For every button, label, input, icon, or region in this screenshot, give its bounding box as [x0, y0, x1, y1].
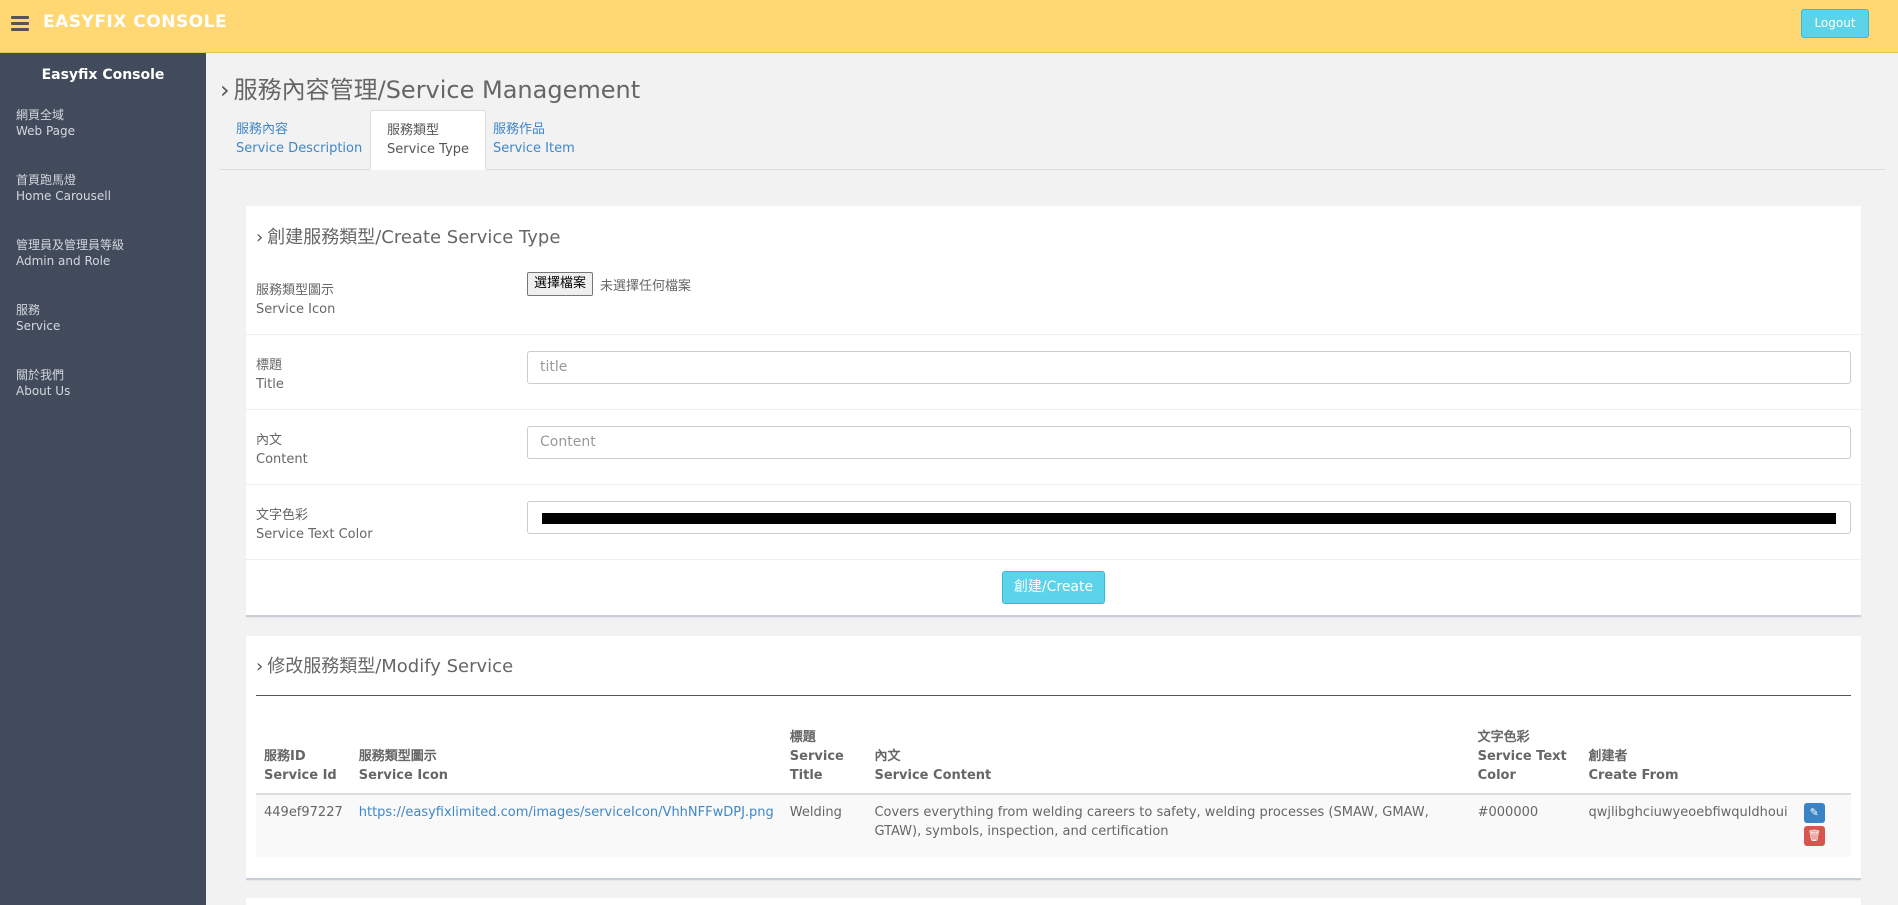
- modify-service-panel: › 修改服務類型/Modify Service 服務ID Service Id 服務…: [246, 636, 1861, 880]
- create-panel-heading-text: 創建服務類型/Create Service Type: [267, 227, 561, 248]
- content-label-zh: 內文: [256, 433, 283, 448]
- col-header-service-id: 服務ID Service Id: [256, 720, 351, 795]
- col-header-service-icon: 服務類型圖示 Service Icon: [350, 720, 782, 795]
- col-header-create-from: 創建者 Create From: [1580, 720, 1796, 795]
- table-row: 449ef97227 https://easyfixlimited.com/im…: [256, 794, 1851, 857]
- tab-service-type[interactable]: 服務類型 Service Type: [370, 110, 487, 170]
- sidebar-item-about-us[interactable]: 關於我們 About Us: [16, 367, 70, 399]
- cell-service-icon: https://easyfixlimited.com/images/servic…: [350, 794, 782, 857]
- modify-panel-heading-text: 修改服務類型/Modify Service: [267, 656, 514, 677]
- content-label-en: Content: [256, 452, 308, 467]
- col-header-content: 內文 Service Content: [866, 720, 1470, 795]
- sidebar-item-label-zh: 首頁跑馬燈: [16, 173, 77, 187]
- sidebar-item-label-en: Web Page: [16, 124, 76, 138]
- create-service-type-panel: › 創建服務類型/Create Service Type 服務類型圖示 Servi…: [246, 206, 1861, 617]
- sidebar-item-label-zh: 關於我們: [16, 368, 65, 382]
- tab-label-zh: 服務類型: [387, 123, 440, 138]
- service-icon-link[interactable]: https://easyfixlimited.com/images/servic…: [359, 805, 774, 820]
- title-label-en: Title: [256, 377, 284, 392]
- pencil-icon: ✎: [1809, 806, 1819, 819]
- service-icon-label-en: Service Icon: [256, 302, 336, 317]
- tab-service-item[interactable]: 服務作品 Service Item: [477, 110, 591, 170]
- color-swatch: [542, 513, 1836, 524]
- content-input[interactable]: Content: [527, 426, 1851, 459]
- brand-title: EASYFIX CONSOLE: [43, 12, 228, 32]
- cell-service-id: 449ef97227: [256, 794, 351, 857]
- service-icon-label: 服務類型圖示 Service Icon: [256, 281, 335, 319]
- tab-label-en: Service Type: [387, 142, 470, 157]
- sidebar-item-label-en: Service: [16, 319, 61, 333]
- col-header-actions: [1795, 720, 1851, 795]
- text-color-row: 文字色彩 Service Text Color: [246, 485, 1861, 560]
- delete-button[interactable]: 🗑: [1803, 826, 1825, 846]
- title-row: 標題 Title title: [246, 335, 1861, 410]
- sidebar-item-label-zh: 管理員及管理員等級: [16, 238, 125, 252]
- sidebar: Easyfix Console 網頁全域 Web Page 首頁跑馬燈 Home…: [0, 53, 206, 905]
- text-color-label: 文字色彩 Service Text Color: [256, 506, 373, 544]
- title-label-zh: 標題: [256, 358, 283, 373]
- service-table: 服務ID Service Id 服務類型圖示 Service Icon 標題 Serv…: [256, 720, 1851, 857]
- title-input[interactable]: title: [527, 351, 1851, 384]
- sidebar-item-web-page[interactable]: 網頁全域 Web Page: [16, 107, 75, 139]
- chevron-right-icon: ›: [220, 76, 230, 104]
- service-icon-row: 服務類型圖示 Service Icon 選擇檔案 未選擇任何檔案: [246, 261, 1861, 335]
- text-color-picker[interactable]: [527, 501, 1851, 534]
- choose-file-button[interactable]: 選擇檔案: [527, 272, 594, 296]
- title-label: 標題 Title: [256, 356, 284, 394]
- cell-title: Welding: [781, 794, 867, 857]
- sidebar-item-label-en: Admin and Role: [16, 254, 111, 268]
- page-title-text: 服務內容管理/Service Management: [233, 76, 641, 104]
- chevron-right-icon: ›: [256, 656, 264, 677]
- create-button[interactable]: 創建/Create: [1002, 571, 1105, 604]
- cell-text-color: #000000: [1469, 794, 1581, 857]
- text-color-label-zh: 文字色彩: [256, 508, 309, 523]
- cell-content: Covers everything from welding careers t…: [866, 794, 1470, 857]
- trash-icon: 🗑: [1807, 829, 1822, 842]
- file-status-text: 未選擇任何檔案: [600, 279, 692, 294]
- sidebar-item-label-zh: 服務: [16, 303, 41, 317]
- cell-create-from: qwjlibghciuwyeoebfiwquldhoui: [1580, 794, 1796, 857]
- service-icon-label-zh: 服務類型圖示: [256, 283, 335, 298]
- tab-label-zh: 服務內容: [236, 122, 289, 137]
- sidebar-item-admin-role[interactable]: 管理員及管理員等級 Admin and Role: [16, 237, 124, 269]
- text-color-label-en: Service Text Color: [256, 527, 373, 542]
- sidebar-item-label-zh: 網頁全域: [16, 108, 65, 122]
- col-header-text-color: 文字色彩 Service Text Color: [1469, 720, 1581, 795]
- chevron-right-icon: ›: [256, 227, 264, 248]
- hamburger-icon[interactable]: [11, 16, 29, 32]
- tab-bar: 服務內容 Service Description 服務類型 Service Ty…: [220, 110, 1885, 170]
- sidebar-item-label-en: About Us: [16, 384, 71, 398]
- top-bar: EASYFIX CONSOLE Logout: [0, 0, 1898, 53]
- tab-label-en: Service Item: [493, 141, 575, 156]
- logout-button[interactable]: Logout: [1801, 9, 1869, 38]
- sidebar-item-service[interactable]: 服務 Service: [16, 302, 60, 334]
- table-header-row: 服務ID Service Id 服務類型圖示 Service Icon 標題 Serv…: [256, 720, 1851, 795]
- sidebar-item-label-en: Home Carousell: [16, 189, 111, 203]
- tab-label-en: Service Description: [236, 141, 363, 156]
- cell-actions: ✎ 🗑: [1795, 794, 1851, 857]
- edit-button[interactable]: ✎: [1803, 803, 1825, 823]
- heading-divider: [256, 695, 1851, 696]
- content-label: 內文 Content: [256, 431, 308, 469]
- tab-service-description[interactable]: 服務內容 Service Description: [220, 110, 378, 170]
- sidebar-title: Easyfix Console: [41, 67, 165, 83]
- tab-label-zh: 服務作品: [493, 122, 546, 137]
- next-panel: [246, 898, 1861, 905]
- content-row: 內文 Content Content: [246, 410, 1861, 485]
- sidebar-item-home-carousell[interactable]: 首頁跑馬燈 Home Carousell: [16, 172, 111, 204]
- create-panel-heading: › 創建服務類型/Create Service Type: [256, 223, 560, 249]
- col-header-title: 標題 Service Title: [781, 720, 867, 795]
- modify-panel-heading: › 修改服務類型/Modify Service: [256, 652, 513, 678]
- page-title: › 服務內容管理/Service Management: [220, 70, 640, 105]
